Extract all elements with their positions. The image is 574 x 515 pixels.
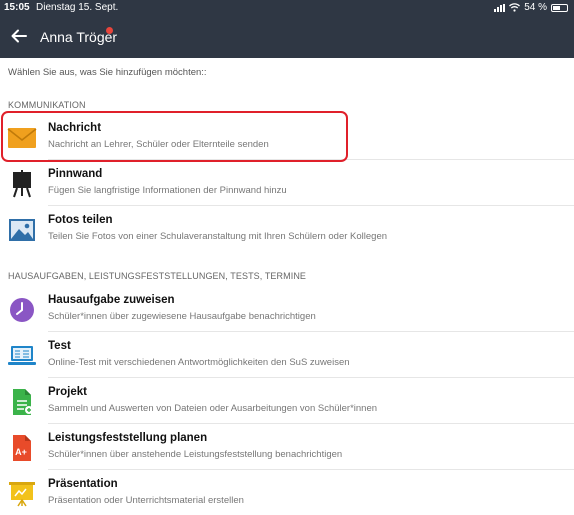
laptop-icon [6, 340, 38, 372]
item-title: Pinnwand [48, 168, 103, 180]
item-title: Fotos teilen [48, 214, 113, 226]
section-kommunikation: KOMMUNIKATION [8, 100, 86, 110]
list-item-leistungsfeststellung[interactable]: A+ Leistungsfeststellung planen Schüler*… [0, 425, 574, 470]
battery-icon [551, 3, 568, 12]
pinboard-icon [6, 168, 38, 200]
list-item-praesentation[interactable]: Präsentation Präsentation oder Unterrich… [0, 471, 574, 515]
list-item-hausaufgabe[interactable]: Hausaufgabe zuweisen Schüler*innen über … [0, 287, 574, 332]
item-title: Präsentation [48, 478, 118, 490]
list-item-pinnwand[interactable]: Pinnwand Fügen Sie langfristige Informat… [0, 161, 574, 206]
notification-dot [106, 27, 113, 34]
clock-icon [6, 294, 38, 326]
divider [48, 423, 574, 424]
list-item-projekt[interactable]: Projekt Sammeln und Auswerten von Dateie… [0, 379, 574, 424]
item-description: Sammeln und Auswerten von Dateien oder A… [48, 403, 378, 414]
status-indicators: 54 % [494, 2, 568, 13]
grade-badge: A+ [15, 447, 27, 457]
intro-text: Wählen Sie aus, was Sie hinzufügen möcht… [8, 67, 207, 78]
arrow-left-icon [11, 29, 27, 43]
item-title: Hausaufgabe zuweisen [48, 294, 175, 306]
document-icon [6, 386, 38, 418]
status-date: Dienstag 15. Sept. [36, 2, 119, 13]
item-description: Schüler*innen über anstehende Leistungsf… [48, 449, 343, 460]
divider [48, 469, 574, 470]
highlight-frame [1, 111, 348, 162]
item-description: Präsentation oder Unterrichtsmaterial er… [48, 495, 244, 506]
battery-percent: 54 % [524, 2, 547, 13]
signal-icon [494, 3, 506, 12]
app-header: 15:05 Dienstag 15. Sept. 54 % Anna Tröge… [0, 0, 574, 58]
status-bar: 15:05 Dienstag 15. Sept. 54 % [0, 0, 574, 16]
divider [48, 205, 574, 206]
item-title: Projekt [48, 386, 87, 398]
grade-icon: A+ [6, 432, 38, 464]
wifi-icon [509, 3, 521, 12]
section-hausaufgaben: HAUSAUFGABEN, LEISTUNGSFESTSTELLUNGEN, T… [8, 271, 307, 281]
item-description: Online-Test mit verschiedenen Antwortmög… [48, 357, 350, 368]
presentation-icon [6, 478, 38, 510]
status-time: 15:05 [4, 2, 30, 13]
list-item-fotos-teilen[interactable]: Fotos teilen Teilen Sie Fotos von einer … [0, 207, 574, 252]
item-title: Leistungsfeststellung planen [48, 432, 208, 444]
divider [48, 331, 574, 332]
item-description: Teilen Sie Fotos von einer Schulaveranst… [48, 231, 388, 242]
back-button[interactable] [8, 25, 30, 47]
photo-icon [6, 214, 38, 246]
item-title: Test [48, 340, 71, 352]
divider [48, 377, 574, 378]
item-description: Schüler*innen über zugewiesene Hausaufga… [48, 311, 316, 322]
item-description: Fügen Sie langfristige Informationen der… [48, 185, 287, 196]
list-item-test[interactable]: Test Online-Test mit verschiedenen Antwo… [0, 333, 574, 378]
